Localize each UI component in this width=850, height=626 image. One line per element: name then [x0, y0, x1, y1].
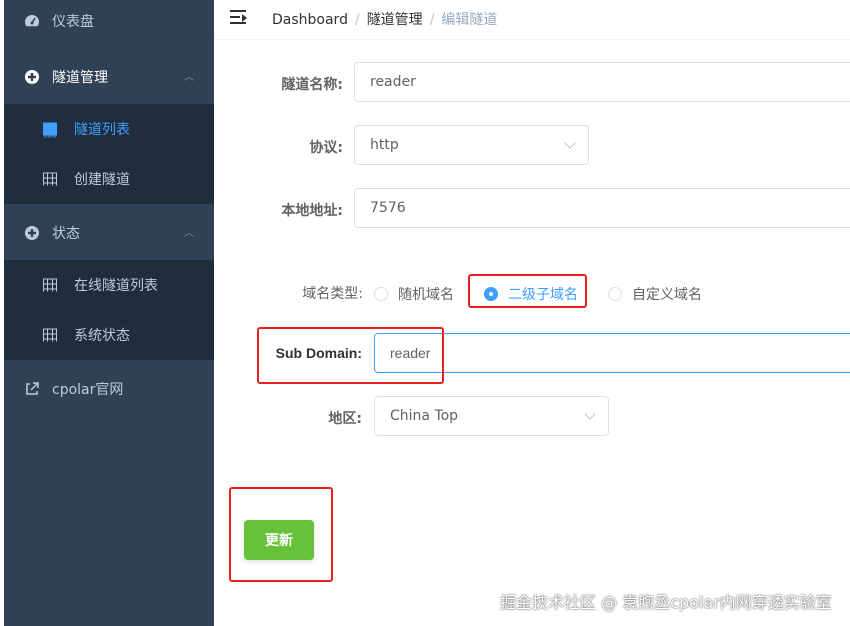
dashboard-icon	[24, 13, 40, 29]
protocol-select[interactable]: http	[354, 125, 589, 165]
sidebar-item-dashboard[interactable]: 仪表盘	[4, 0, 214, 46]
sidebar-item-label: 隧道管理	[52, 70, 108, 86]
sidebar: 仪表盘 隧道管理 ︿ 隧道列表 创建隧道 状态 ︿ 在线隧道列表 系统状态 cp…	[4, 0, 214, 626]
table-icon	[43, 172, 57, 188]
status-icon	[24, 225, 40, 241]
sidebar-item-label: cpolar官网	[52, 382, 124, 398]
sidebar-item-system-status[interactable]: 系统状态	[4, 310, 214, 360]
protocol-select-value: http	[370, 137, 399, 153]
sidebar-item-cpolar-site[interactable]: cpolar官网	[4, 364, 214, 414]
protocol-label: 协议:	[309, 140, 343, 156]
highlight-subdomain-field	[257, 327, 444, 384]
tunnel-name-input[interactable]: reader	[354, 62, 850, 102]
tunnel-management-icon	[24, 69, 40, 85]
chevron-up-icon: ︿	[184, 72, 194, 83]
sidebar-item-tunnel-list[interactable]: 隧道列表	[4, 104, 214, 154]
sidebar-item-label: 仪表盘	[52, 14, 94, 30]
chevron-down-icon	[564, 137, 576, 149]
highlight-subdomain-radio	[468, 274, 587, 308]
sidebar-item-label: 在线隧道列表	[74, 278, 158, 294]
region-select[interactable]: China Top	[374, 396, 609, 436]
sidebar-item-label: 创建隧道	[74, 172, 130, 188]
sidebar-item-create-tunnel[interactable]: 创建隧道	[4, 154, 214, 204]
local-address-label: 本地地址:	[281, 203, 343, 219]
breadcrumb-dashboard[interactable]: Dashboard	[272, 12, 348, 28]
breadcrumb-separator: /	[429, 12, 435, 28]
domain-type-label: 域名类型:	[302, 286, 363, 302]
highlight-update-button	[229, 487, 333, 582]
tunnel-name-label: 隧道名称:	[281, 77, 343, 93]
radio-label: 自定义域名	[632, 287, 702, 303]
tunnel-submenu: 隧道列表 创建隧道	[4, 104, 214, 204]
sidebar-item-label: 系统状态	[74, 328, 130, 344]
radio-label: 随机域名	[398, 287, 454, 303]
sidebar-item-status[interactable]: 状态 ︿	[4, 208, 214, 258]
region-label: 地区:	[328, 411, 362, 427]
radio-circle	[608, 287, 622, 301]
watermark-text: 掘金技术社区 @ 袁煦丞cpolar内网穿透实验室	[500, 593, 832, 612]
top-navbar: Dashboard / 隧道管理 / 编辑隧道	[214, 0, 850, 40]
breadcrumb-edit-tunnel: 编辑隧道	[441, 12, 498, 28]
sidebar-item-online-tunnels[interactable]: 在线隧道列表	[4, 260, 214, 310]
chevron-down-icon	[584, 408, 596, 420]
table-icon	[43, 328, 57, 344]
external-link-icon	[24, 381, 40, 397]
sidebar-item-label: 隧道列表	[74, 122, 130, 138]
breadcrumb-separator: /	[354, 12, 360, 28]
menu-toggle-icon[interactable]	[230, 10, 248, 26]
sidebar-item-label: 状态	[52, 226, 80, 242]
radio-circle	[374, 287, 388, 301]
table-icon	[43, 122, 57, 138]
subdomain-input[interactable]: reader	[374, 333, 850, 373]
radio-custom-domain[interactable]: 自定义域名	[608, 284, 702, 304]
breadcrumb: Dashboard / 隧道管理 / 编辑隧道	[272, 9, 497, 29]
local-address-input[interactable]: 7576	[354, 188, 850, 228]
app-window: 仪表盘 隧道管理 ︿ 隧道列表 创建隧道 状态 ︿ 在线隧道列表 系统状态 cp…	[0, 0, 850, 626]
status-submenu: 在线隧道列表 系统状态	[4, 260, 214, 360]
radio-random-domain[interactable]: 随机域名	[374, 284, 454, 304]
table-icon	[43, 278, 57, 294]
chevron-up-icon: ︿	[184, 228, 194, 239]
breadcrumb-tunnel-management[interactable]: 隧道管理	[367, 12, 423, 28]
region-select-value: China Top	[390, 408, 459, 424]
sidebar-item-tunnel-management[interactable]: 隧道管理 ︿	[4, 52, 214, 102]
